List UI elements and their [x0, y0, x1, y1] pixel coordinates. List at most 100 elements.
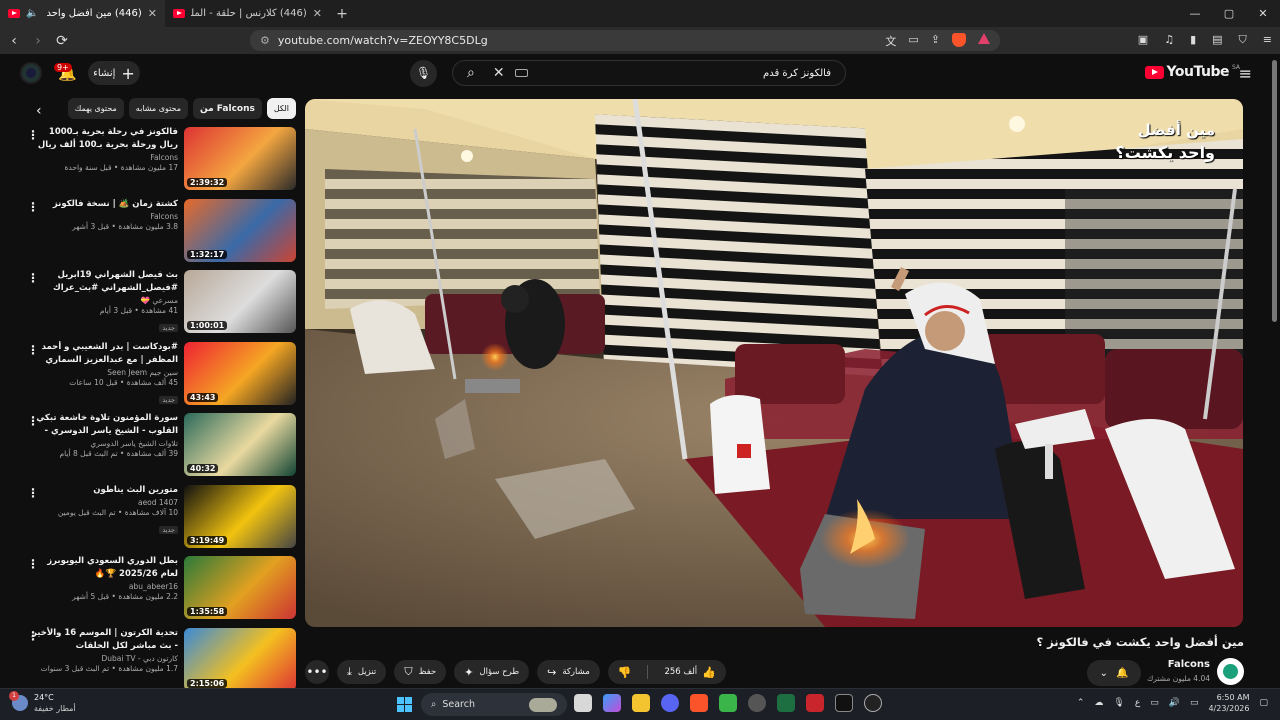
channel-name[interactable]: Falcons — [1168, 659, 1210, 670]
channel-info[interactable]: Falcons 4.04 مليون مشترك — [1084, 657, 1244, 687]
video-thumbnail[interactable]: 43:43 — [184, 341, 296, 405]
translate-icon[interactable]: 文 — [885, 33, 896, 49]
onedrive-icon[interactable]: ☁ — [1094, 698, 1103, 708]
weather-widget[interactable]: 1 24°C أمطار خفيفة — [9, 691, 76, 714]
channel-name[interactable]: كارتون دبي - Dubai TV — [30, 654, 178, 663]
browser-tab[interactable]: (446) كلارنس | حلقة - الملعب المفقود ✕ — [165, 0, 330, 27]
new-tab-button[interactable]: + — [330, 6, 354, 22]
task-view-icon[interactable] — [574, 694, 592, 712]
browser-tab-active[interactable]: 🔈 (446) مين أفضل واحد يكشت ✕ — [0, 0, 165, 27]
list-item[interactable]: 43:43 #بودكاست | بدر الشعيبي و أحمد المظف… — [20, 341, 296, 413]
search-icon[interactable]: ⌕ — [467, 65, 475, 81]
download-button[interactable]: ⤓ تنزيل — [337, 660, 387, 684]
share-page-icon[interactable]: ⇪ — [931, 33, 940, 49]
video-thumbnail[interactable]: 40:32 — [184, 413, 296, 476]
brave-rewards-icon[interactable] — [978, 33, 990, 44]
youtube-logo[interactable]: YouTube SA — [1144, 64, 1240, 80]
back-icon[interactable]: ‹ — [4, 33, 24, 49]
channel-name[interactable]: مسرعي 💝 — [30, 296, 178, 305]
channel-name[interactable]: Falcons — [30, 212, 178, 221]
video-title[interactable]: كشتة زمان 🏕️ | نسخة فالكونز — [30, 198, 178, 211]
wallet-icon[interactable]: ▤ — [1212, 33, 1222, 47]
reload-icon[interactable]: ⟳ — [52, 33, 72, 49]
forward-icon[interactable]: › — [28, 33, 48, 49]
brave-icon[interactable] — [690, 694, 708, 712]
list-item[interactable]: 1:00:01 بث فيصل الشهراني 19ابريل #فيصل_ال… — [20, 269, 296, 341]
video-title[interactable]: بطل الدوري السعودي اليويوبرز لعام 2025/2… — [30, 555, 178, 581]
list-item[interactable]: 40:32 سورة المؤمنون تلاوة خاشعة تبكي القل… — [20, 412, 296, 484]
more-options-icon[interactable]: ⋮ — [27, 343, 39, 357]
channel-name[interactable]: aeod 1407 — [30, 498, 178, 507]
channel-name[interactable]: تلاوات الشيخ ياسر الدوسري — [30, 439, 178, 448]
brave-shield-icon[interactable] — [952, 33, 966, 47]
windows-start-icon[interactable] — [397, 697, 412, 712]
chip-all[interactable]: الكل — [266, 98, 296, 119]
more-options-icon[interactable]: ⋮ — [27, 557, 39, 571]
chips-scroll-left-icon[interactable]: ‹ — [36, 103, 42, 119]
discord-icon[interactable] — [661, 694, 679, 712]
acrobat-icon[interactable] — [806, 694, 824, 712]
copilot-icon[interactable] — [603, 694, 621, 712]
channel-name[interactable]: abu_abeer16 — [30, 582, 178, 591]
sidebar-icon[interactable]: ▣ — [1138, 33, 1148, 47]
video-thumbnail[interactable]: 3:19:49 — [184, 484, 296, 548]
share-button[interactable]: ↪ مشاركة — [537, 660, 600, 684]
excel-icon[interactable] — [777, 694, 795, 712]
cast-icon[interactable]: ▭ — [908, 33, 918, 49]
video-thumbnail[interactable]: 2:39:32 — [184, 127, 296, 190]
media-player-icon[interactable] — [719, 694, 737, 712]
channel-avatar[interactable] — [1217, 658, 1244, 685]
mic-tray-icon[interactable]: 🎙 — [1113, 698, 1124, 708]
tray-overflow-icon[interactable]: ⌃ — [1077, 698, 1085, 708]
voice-search-button[interactable]: 🎙 — [410, 60, 437, 87]
capcut-icon[interactable] — [835, 694, 853, 712]
list-item[interactable]: 2:39:32 فالكونز في رحلة بحرية بـ1000 ريال… — [20, 126, 296, 198]
network-icon[interactable]: ▭ — [1150, 698, 1159, 708]
battery-icon[interactable]: ▭ — [1190, 698, 1199, 708]
video-thumbnail[interactable]: 1:35:58 — [184, 556, 296, 619]
dislike-button[interactable]: 👎 — [608, 660, 642, 684]
clock[interactable]: 6:50 AM 4/23/2026 — [1208, 692, 1249, 714]
save-button[interactable]: ⛉ حفظ — [394, 660, 447, 684]
list-item[interactable]: 1:32:17 كشتة زمان 🏕️ | نسخة فالكونز Falcon… — [20, 198, 296, 270]
taskbar-search[interactable]: ⌕ Search — [421, 693, 567, 716]
video-title[interactable]: #بودكاست | بدر الشعيبي و أحمد المظفر | م… — [30, 341, 178, 367]
video-player[interactable]: مين أفضل واحد يكشت؟ — [305, 99, 1243, 627]
chip-from-channel[interactable]: من Falcons — [192, 98, 262, 119]
channel-name[interactable]: سين جيم Seen Jeem — [30, 368, 178, 377]
chip-related[interactable]: محتوى مشابه — [128, 98, 188, 119]
video-title[interactable]: سورة المؤمنون تلاوة خاشعة تبكي القلوب - … — [30, 412, 178, 438]
notification-center-icon[interactable]: ▢ — [1259, 698, 1268, 708]
account-avatar[interactable] — [20, 62, 42, 84]
url-field[interactable]: ⚙ youtube.com/watch?v=ZEOYY8C5DLg 文 ▭ ⇪ — [250, 30, 1000, 51]
chip-for-you[interactable]: محتوى يهمك — [67, 98, 124, 119]
vpn-icon[interactable]: ⛉ — [1239, 33, 1247, 47]
list-item[interactable]: 3:19:49 متورين البث يناطون aeod 1407 10 آلا… — [20, 484, 296, 556]
channel-name[interactable]: Falcons — [30, 153, 178, 162]
more-options-icon[interactable]: ⋮ — [27, 629, 39, 643]
more-options-icon[interactable]: ⋮ — [27, 414, 39, 428]
file-explorer-icon[interactable] — [632, 694, 650, 712]
maximize-icon[interactable]: ▢ — [1212, 0, 1246, 27]
create-button[interactable]: إنشاء + — [88, 61, 140, 85]
video-thumbnail[interactable]: 2:15:06 — [184, 627, 296, 691]
keyboard-icon[interactable] — [514, 69, 528, 77]
more-options-icon[interactable]: ⋮ — [27, 200, 39, 214]
clear-search-icon[interactable]: ✕ — [493, 65, 505, 81]
more-options-icon[interactable]: ⋮ — [27, 486, 39, 500]
app-icon[interactable] — [864, 694, 882, 712]
close-tab-icon[interactable]: ✕ — [313, 7, 322, 20]
video-thumbnail[interactable]: 1:00:01 — [184, 270, 296, 333]
close-tab-icon[interactable]: ✕ — [148, 7, 157, 20]
volume-icon[interactable]: 🔊 — [1169, 698, 1180, 708]
video-title[interactable]: بث فيصل الشهراني 19ابريل #فيصل_الشهراني … — [30, 269, 178, 295]
close-window-icon[interactable]: ✕ — [1246, 0, 1280, 27]
video-title[interactable]: متورين البث يناطون — [30, 484, 178, 497]
minimize-icon[interactable]: — — [1178, 0, 1212, 27]
like-button[interactable]: 256 ألف 👍 — [654, 660, 725, 684]
media-icon[interactable]: ♫ — [1164, 33, 1174, 47]
more-options-icon[interactable]: ⋮ — [27, 128, 39, 142]
guide-menu-icon[interactable]: ≡ — [1239, 64, 1252, 83]
reader-icon[interactable]: ▮ — [1190, 33, 1196, 47]
list-item[interactable]: 1:35:58 بطل الدوري السعودي اليويوبرز لعام… — [20, 555, 296, 627]
